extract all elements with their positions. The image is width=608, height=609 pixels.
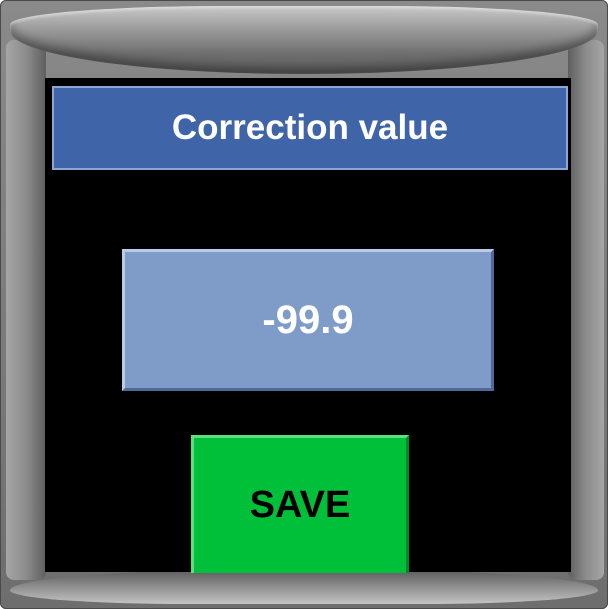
bezel-left-edge	[6, 40, 46, 580]
correction-value-field[interactable]: -99.9	[122, 249, 494, 391]
save-button-label: SAVE	[249, 484, 351, 526]
dialog-title: Correction value	[171, 108, 449, 147]
bezel-bottom-edge	[10, 570, 598, 604]
bezel-right-edge	[568, 40, 604, 580]
correction-value-text: -99.9	[262, 297, 354, 342]
bezel-top-edge	[10, 6, 598, 74]
dialog-title-bar: Correction value	[52, 86, 568, 170]
save-button[interactable]: SAVE	[191, 435, 409, 573]
